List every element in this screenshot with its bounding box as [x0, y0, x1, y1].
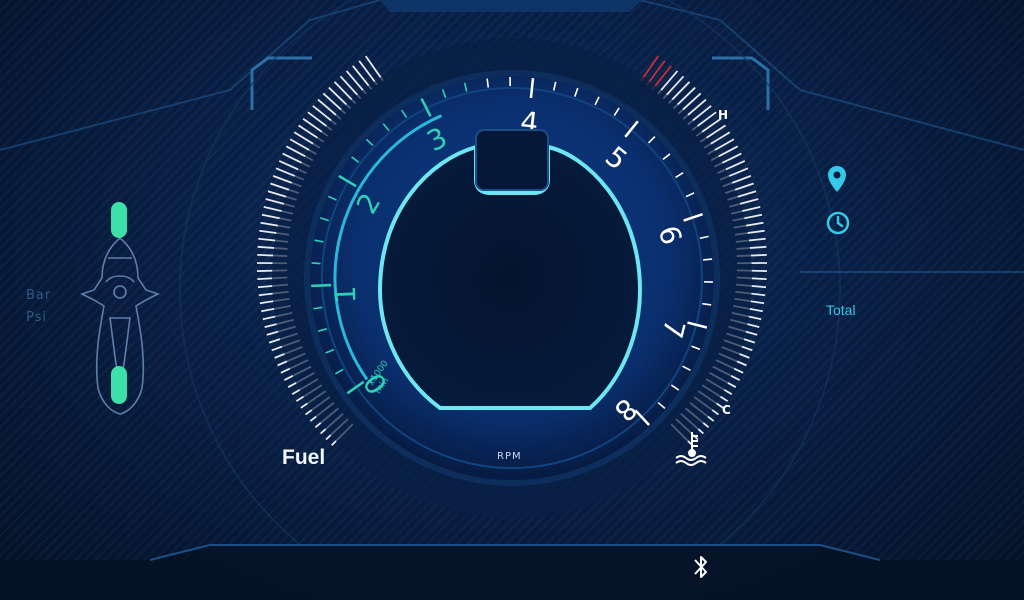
tachometer: 0123 45678 x1000 min [272, 38, 752, 518]
tachometer-scale-label: 1 [329, 285, 363, 304]
gear-display-window [475, 129, 549, 191]
trip-total-label: Total [826, 302, 856, 318]
clock-icon[interactable] [825, 210, 851, 240]
rpm-label: RPM [497, 451, 522, 462]
tachometer-minor-tick [486, 78, 490, 88]
coolant-temperature-icon [672, 430, 712, 470]
tachometer-minor-tick [703, 258, 713, 261]
map-pin-icon[interactable] [826, 164, 848, 198]
tachometer-minor-tick [311, 262, 321, 265]
bluetooth-icon[interactable] [690, 552, 712, 586]
tachometer-major-tick [311, 283, 332, 288]
